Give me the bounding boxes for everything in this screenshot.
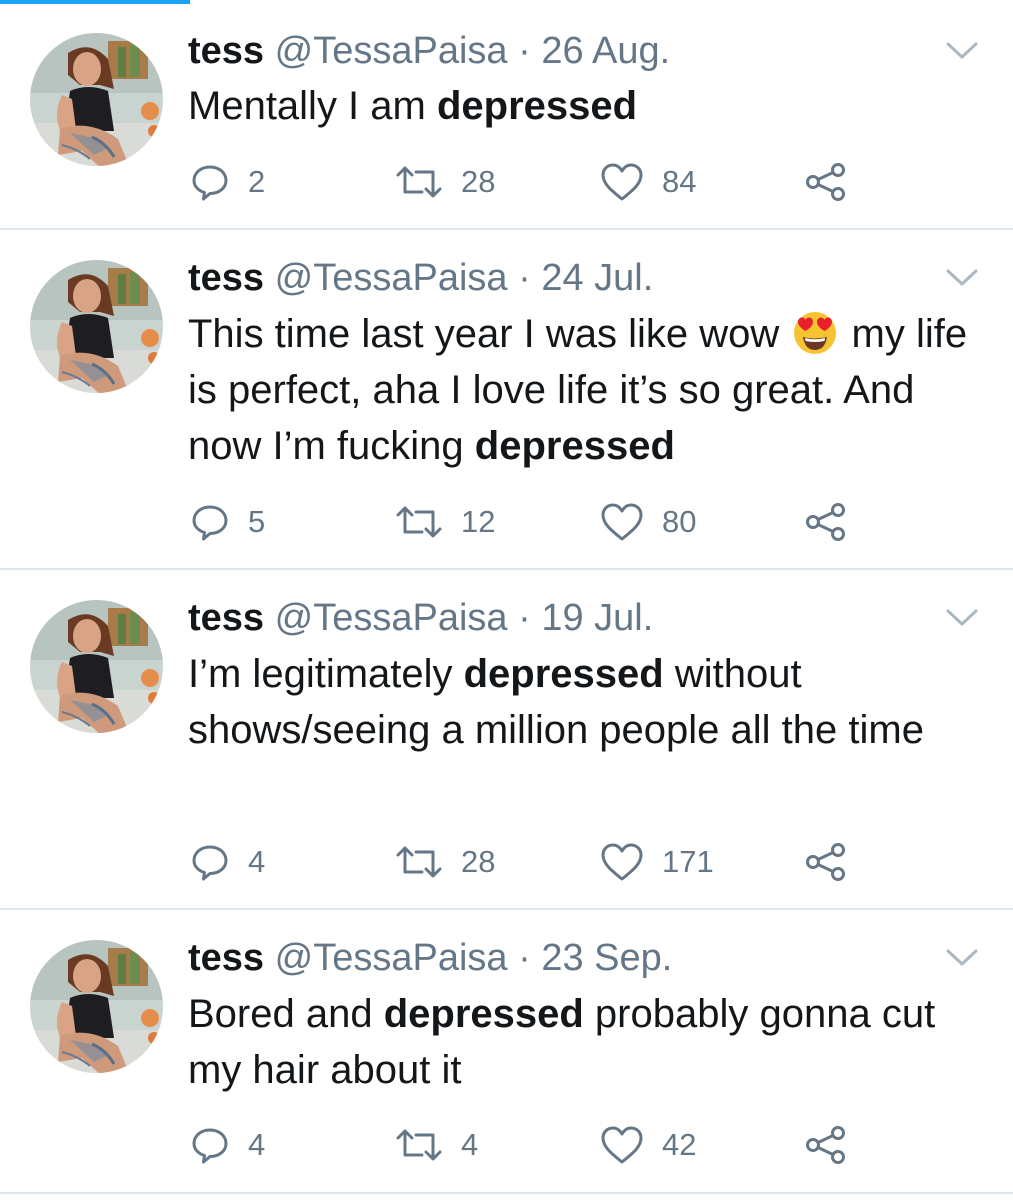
reply-button[interactable]: 4 (190, 1125, 265, 1165)
share-button[interactable] (805, 1125, 847, 1165)
share-button[interactable] (805, 842, 847, 882)
tweet-header: tess @TessaPaisa · 24 Jul. (188, 255, 653, 301)
retweet-button[interactable]: 12 (395, 502, 495, 542)
retweet-button[interactable]: 4 (395, 1125, 478, 1165)
separator: · (518, 30, 531, 72)
tweet-text: Mentally I am depressed (188, 84, 638, 128)
share-icon (806, 163, 845, 201)
tweet-actions: 5 12 80 (190, 502, 850, 542)
retweet-count: 28 (461, 164, 496, 199)
reply-icon (192, 505, 228, 541)
separator: · (518, 597, 531, 639)
reply-count: 5 (248, 504, 266, 539)
divider (0, 568, 1013, 570)
tweet-date[interactable]: 24 Jul. (541, 257, 653, 299)
like-count: 80 (662, 504, 697, 539)
tweet-header: tess @TessaPaisa · 23 Sep. (188, 935, 672, 981)
reply-button[interactable]: 4 (190, 842, 265, 882)
reply-button[interactable]: 2 (190, 162, 265, 202)
display-name[interactable]: tess (188, 937, 264, 979)
tweet-date[interactable]: 23 Sep. (541, 937, 672, 979)
display-name[interactable]: tess (188, 597, 264, 639)
heart-icon (601, 503, 643, 541)
separator: · (518, 937, 531, 979)
like-button[interactable]: 80 (600, 502, 696, 542)
active-tab-indicator (0, 0, 190, 4)
retweet-button[interactable]: 28 (395, 842, 495, 882)
divider (0, 1192, 1013, 1194)
chevron-down-icon[interactable] (944, 607, 980, 629)
avatar[interactable] (30, 600, 163, 733)
tweet-text: This time last year I was like wow my li… (188, 306, 988, 474)
like-button[interactable]: 84 (600, 162, 696, 202)
like-count: 42 (662, 1127, 697, 1162)
avatar[interactable] (30, 260, 163, 393)
chevron-down-icon[interactable] (944, 947, 980, 969)
retweet-icon (396, 846, 442, 878)
user-handle[interactable]: @TessaPaisa (275, 257, 508, 299)
tweet-actions: 4 4 42 (190, 1125, 850, 1165)
share-button[interactable] (805, 162, 847, 202)
tweet-text: Bored and depressed probably gonna cut m… (188, 992, 936, 1092)
tweet-header: tess @TessaPaisa · 19 Jul. (188, 595, 653, 641)
reply-button[interactable]: 5 (190, 502, 265, 542)
heart-icon (601, 163, 643, 201)
chevron-down-icon[interactable] (944, 40, 980, 62)
tweet-actions: 2 28 84 (190, 162, 850, 202)
user-handle[interactable]: @TessaPaisa (275, 597, 508, 639)
retweet-button[interactable]: 28 (395, 162, 495, 202)
reply-count: 4 (248, 1127, 266, 1162)
tweet-header: tess @TessaPaisa · 26 Aug. (188, 28, 670, 74)
reply-icon (192, 1128, 228, 1164)
retweet-icon (396, 1129, 442, 1161)
display-name[interactable]: tess (188, 30, 264, 72)
reply-count: 4 (248, 844, 266, 879)
share-icon (806, 1126, 845, 1164)
retweet-count: 28 (461, 844, 496, 879)
tweet-date[interactable]: 26 Aug. (541, 30, 670, 72)
share-icon (806, 503, 845, 541)
reply-icon (192, 845, 228, 881)
tweet-text: I’m legitimately depressed without shows… (188, 652, 924, 752)
like-button[interactable]: 171 (600, 842, 714, 882)
tweet-actions: 4 28 171 (190, 842, 850, 882)
divider (0, 908, 1013, 910)
share-button[interactable] (805, 502, 847, 542)
avatar[interactable] (30, 33, 163, 166)
separator: · (518, 257, 531, 299)
heart-icon (601, 1126, 643, 1164)
smiling-face-with-heart-eyes-icon (794, 312, 837, 354)
user-handle[interactable]: @TessaPaisa (275, 30, 508, 72)
divider (0, 228, 1013, 230)
like-count: 84 (662, 164, 697, 199)
retweet-count: 12 (461, 504, 496, 539)
user-handle[interactable]: @TessaPaisa (275, 937, 508, 979)
reply-count: 2 (248, 164, 266, 199)
tweet-date[interactable]: 19 Jul. (541, 597, 653, 639)
like-count: 171 (662, 844, 714, 879)
heart-icon (601, 843, 643, 881)
share-icon (806, 843, 845, 881)
retweet-icon (396, 166, 442, 198)
retweet-count: 4 (461, 1127, 479, 1162)
like-button[interactable]: 42 (600, 1125, 696, 1165)
retweet-icon (396, 506, 442, 538)
chevron-down-icon[interactable] (944, 267, 980, 289)
reply-icon (192, 165, 228, 201)
display-name[interactable]: tess (188, 257, 264, 299)
avatar[interactable] (30, 940, 163, 1073)
